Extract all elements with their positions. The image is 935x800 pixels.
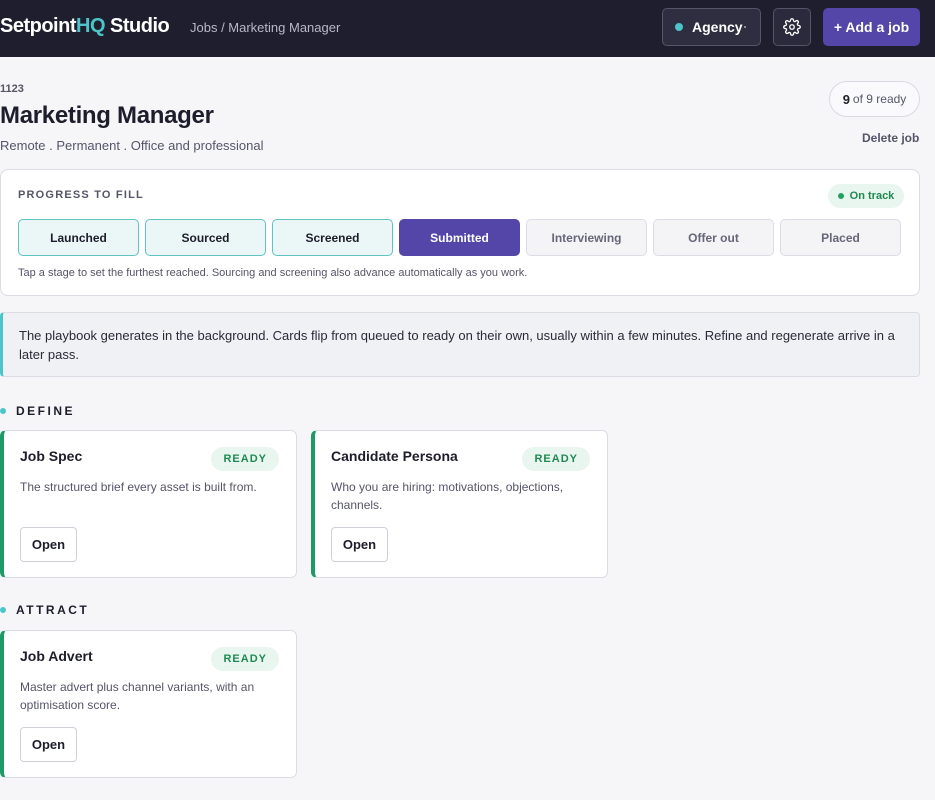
brand-main: Setpoint xyxy=(0,15,77,37)
card-description: The structured brief every asset is buil… xyxy=(20,480,257,494)
card-description: Master advert plus channel variants, wit… xyxy=(20,680,255,712)
progress-panel: PROGRESS TO FILL On track Launched Sourc… xyxy=(0,169,920,296)
brand-logo[interactable]: SetpointHQ Studio xyxy=(0,15,170,38)
card-candidate-persona: Candidate Persona READY Who you are hiri… xyxy=(311,430,608,578)
ready-count: 9 xyxy=(842,91,850,107)
info-banner: The playbook generates in the background… xyxy=(0,312,920,377)
stage-placed[interactable]: Placed xyxy=(780,219,901,256)
card-title: Job Spec xyxy=(20,448,83,464)
ready-badge: READY xyxy=(211,447,279,471)
status-badge: On track xyxy=(828,184,904,208)
job-meta: Remote . Permanent . Office and professi… xyxy=(0,138,264,153)
ready-badge: READY xyxy=(211,647,279,671)
open-button[interactable]: Open xyxy=(20,527,77,562)
gear-icon xyxy=(783,18,801,36)
section-title: DEFINE xyxy=(16,404,76,418)
ready-count-suffix: of 9 ready xyxy=(852,92,907,106)
settings-button[interactable] xyxy=(773,8,811,46)
card-job-spec: Job Spec READY The structured brief ever… xyxy=(0,430,297,578)
delete-job-button[interactable]: Delete job xyxy=(862,131,919,145)
status-text: On track xyxy=(849,190,895,202)
ready-count-badge: 9 of 9 ready xyxy=(829,81,920,117)
status-dot xyxy=(837,193,844,199)
job-id: 1123 xyxy=(0,83,24,95)
stage-interviewing[interactable]: Interviewing xyxy=(526,219,647,256)
stage-list: Launched Sourced Screened Submitted Inte… xyxy=(18,219,901,256)
page-title: Marketing Manager xyxy=(0,102,214,129)
agency-status-dot xyxy=(675,23,683,31)
top-bar: SetpointHQ Studio Jobs / Marketing Manag… xyxy=(0,0,935,57)
open-button[interactable]: Open xyxy=(20,727,77,762)
stage-submitted[interactable]: Submitted xyxy=(399,219,520,256)
agency-label: Agency xyxy=(692,19,743,35)
stage-screened[interactable]: Screened xyxy=(272,219,393,256)
section-attract-heading: ATTRACT xyxy=(0,603,89,617)
brand-accent: HQ xyxy=(76,15,106,37)
progress-label: PROGRESS TO FILL xyxy=(18,189,144,201)
open-button[interactable]: Open xyxy=(331,527,388,562)
add-job-button[interactable]: + Add a job xyxy=(823,8,920,46)
section-dot xyxy=(0,607,6,613)
card-title: Candidate Persona xyxy=(331,448,458,464)
progress-hint: Tap a stage to set the furthest reached.… xyxy=(18,267,528,279)
card-job-advert: Job Advert READY Master advert plus chan… xyxy=(0,630,297,778)
stage-sourced[interactable]: Sourced xyxy=(145,219,266,256)
breadcrumb[interactable]: Jobs / Marketing Manager xyxy=(190,20,340,35)
chevron-down-icon xyxy=(744,26,746,28)
brand-suffix: Studio xyxy=(105,15,170,37)
stage-offer-out[interactable]: Offer out xyxy=(653,219,774,256)
agency-switcher[interactable]: Agency xyxy=(662,8,761,46)
section-dot xyxy=(0,408,6,414)
stage-launched[interactable]: Launched xyxy=(18,219,139,256)
card-description: Who you are hiring: motivations, objecti… xyxy=(331,480,564,512)
section-title: ATTRACT xyxy=(16,603,90,617)
ready-badge: READY xyxy=(522,447,590,471)
card-title: Job Advert xyxy=(20,648,93,664)
section-define-heading: DEFINE xyxy=(0,404,75,418)
